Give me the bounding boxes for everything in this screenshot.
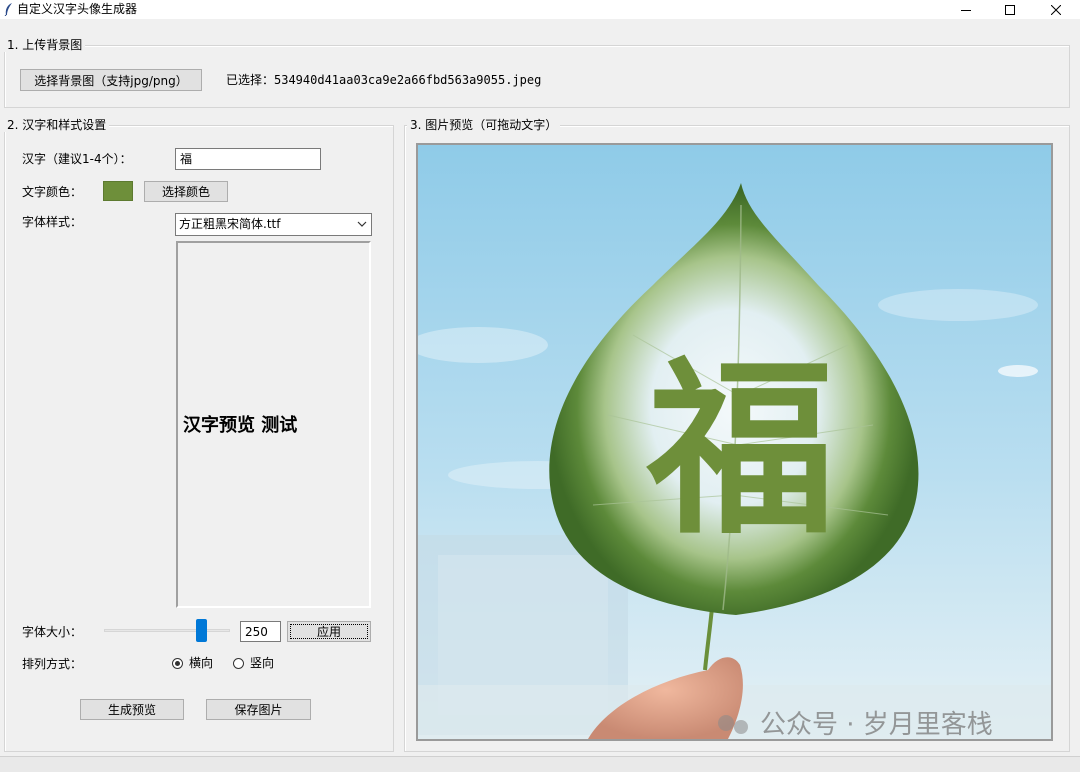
hanzi-input[interactable]: 福 bbox=[175, 148, 321, 170]
layout-horizontal-option[interactable]: 横向 bbox=[172, 656, 213, 670]
choose-background-button[interactable]: 选择背景图（支持jpg/png） bbox=[20, 69, 202, 91]
layout-horizontal-label: 横向 bbox=[189, 656, 214, 670]
watermark: 公众号 · 岁月里客栈 bbox=[718, 710, 993, 739]
radio-horizontal[interactable] bbox=[172, 657, 183, 669]
close-button[interactable] bbox=[1033, 0, 1079, 19]
size-slider-track[interactable] bbox=[104, 629, 230, 632]
layout-vertical-option[interactable]: 竖向 bbox=[233, 656, 274, 670]
radio-vertical[interactable] bbox=[233, 657, 244, 669]
minimize-icon bbox=[961, 9, 971, 11]
maximize-icon bbox=[1005, 4, 1015, 15]
font-select-value: 方正粗黑宋简体.ttf bbox=[179, 217, 281, 231]
settings-group-label: 2. 汉字和样式设置 bbox=[4, 118, 110, 132]
layout-label: 排列方式： bbox=[22, 657, 83, 671]
chevron-down-icon bbox=[357, 221, 367, 227]
selected-file-text: 已选择：534940d41aa03ca9e2a66fbd563a9055.jpe… bbox=[226, 73, 542, 87]
choose-background-label: 选择背景图（支持jpg/png） bbox=[34, 73, 188, 88]
minimize-button[interactable] bbox=[943, 0, 989, 19]
hanzi-label: 汉字（建议1-4个）： bbox=[22, 152, 132, 166]
font-select[interactable]: 方正粗黑宋简体.ttf bbox=[175, 213, 372, 236]
window-title: 自定义汉字头像生成器 bbox=[17, 2, 138, 16]
preview-canvas[interactable]: 福 公众号 · 岁月里客栈 bbox=[416, 143, 1053, 741]
size-input[interactable]: 250 bbox=[240, 621, 281, 642]
generate-preview-button[interactable]: 生成预览 bbox=[80, 699, 184, 720]
watermark-text: 公众号 · 岁月里客栈 bbox=[760, 710, 993, 739]
size-slider-thumb[interactable] bbox=[196, 619, 207, 642]
font-preview-box: 汉字预览 测试 bbox=[176, 241, 371, 608]
close-icon bbox=[1051, 4, 1061, 15]
upload-group-label: 1. 上传背景图 bbox=[4, 38, 86, 52]
maximize-button[interactable] bbox=[987, 0, 1033, 19]
preview-image[interactable]: 福 公众号 · 岁月里客栈 bbox=[418, 145, 1051, 739]
generate-preview-label: 生成预览 bbox=[107, 703, 156, 717]
choose-color-button[interactable]: 选择颜色 bbox=[144, 181, 228, 202]
layout-vertical-label: 竖向 bbox=[250, 656, 275, 670]
size-label: 字体大小： bbox=[22, 625, 83, 639]
color-swatch[interactable] bbox=[103, 181, 133, 201]
overlay-character[interactable]: 福 bbox=[646, 341, 835, 560]
choose-color-label: 选择颜色 bbox=[161, 185, 210, 199]
apply-button-label: 应用 bbox=[316, 625, 341, 639]
taskbar-strip bbox=[0, 756, 1080, 772]
save-image-label: 保存图片 bbox=[234, 703, 283, 717]
title-bar: 自定义汉字头像生成器 bbox=[0, 0, 1080, 19]
preview-group-label: 3. 图片预览（可拖动文字） bbox=[407, 118, 561, 132]
feather-icon bbox=[4, 3, 12, 16]
color-label: 文字颜色： bbox=[22, 185, 83, 199]
radio-dot bbox=[175, 660, 180, 666]
font-preview-text: 汉字预览 测试 bbox=[183, 415, 298, 436]
font-label: 字体样式： bbox=[22, 215, 83, 229]
save-image-button[interactable]: 保存图片 bbox=[206, 699, 311, 720]
apply-button[interactable]: 应用 bbox=[287, 621, 371, 642]
